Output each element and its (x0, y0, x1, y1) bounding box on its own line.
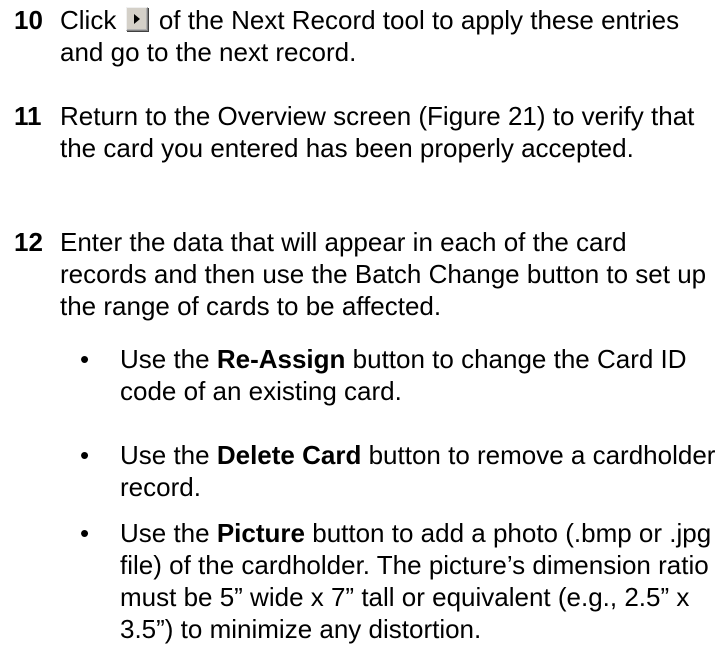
bullet-text: Use the Delete Card button to remove a c… (120, 439, 728, 503)
step-text-post: of the Next Record tool to apply these e… (60, 5, 680, 67)
step-text: Click of the Next Record tool to apply t… (60, 4, 720, 68)
bullet-text: Use the Picture button to add a photo (.… (120, 517, 728, 645)
bullet-text-post: button to remove a cardholder record. (120, 440, 716, 502)
button-name: Re-Assign (216, 344, 346, 374)
step-number: 10 (14, 5, 43, 35)
step-number: 12 (14, 227, 43, 257)
bullet-text-pre: Use the (120, 518, 210, 548)
step-text: Return to the Overview screen (Figure 21… (60, 101, 695, 163)
bullet-icon: • (80, 440, 90, 470)
bullet-icon: • (80, 344, 90, 374)
button-name: Picture (216, 518, 305, 548)
next-record-arrow-icon (125, 7, 148, 31)
step-text: Enter the data that will appear in each … (60, 227, 707, 321)
button-name: Delete Card (216, 440, 362, 470)
bullet-text-pre: Use the (120, 344, 210, 374)
step-text-pre: Click (60, 5, 117, 35)
bullet-text: Use the Re-Assign button to change the C… (120, 343, 728, 407)
bullet-text-pre: Use the (120, 440, 210, 470)
bullet-icon: • (80, 518, 90, 548)
step-number: 11 (14, 101, 42, 131)
